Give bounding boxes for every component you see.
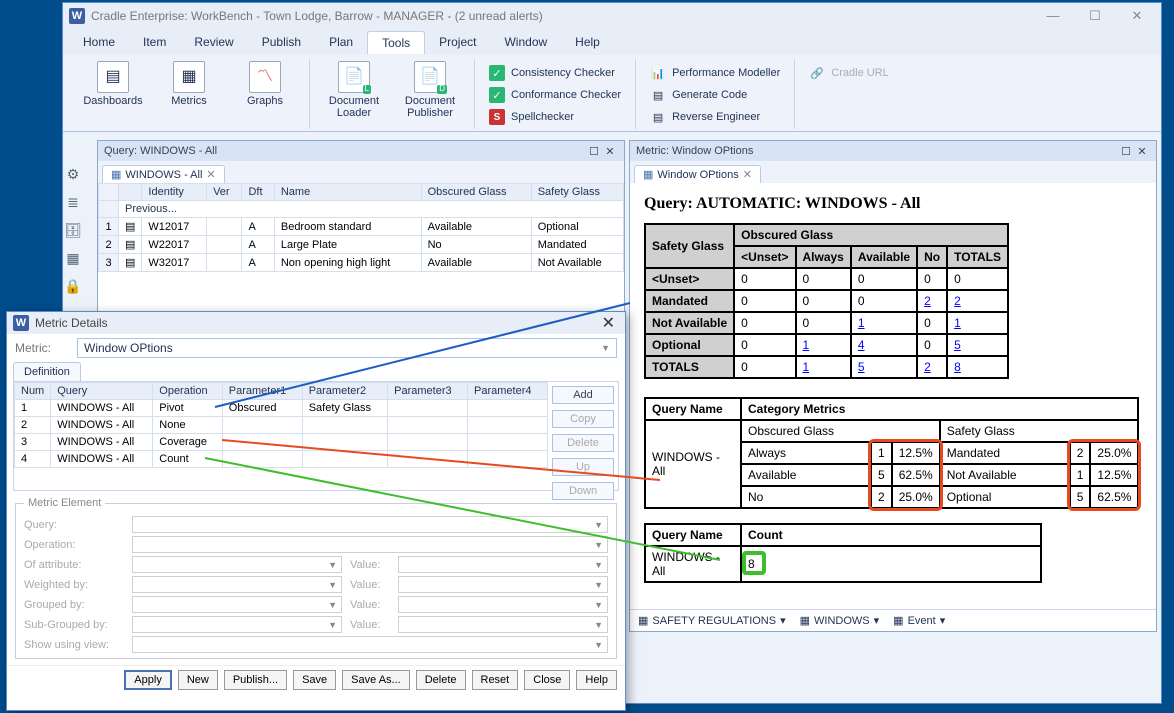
spellchecker[interactable]: SSpellchecker <box>485 107 625 127</box>
menu-tools[interactable]: Tools <box>367 31 425 54</box>
app-logo: W <box>69 8 85 24</box>
count-table: Query NameCount WINDOWS - All8 <box>644 523 1042 583</box>
performance-modeller[interactable]: 📊Performance Modeller <box>646 63 784 83</box>
menu-home[interactable]: Home <box>69 31 129 53</box>
category-table: Query NameCategory Metrics WINDOWS - All… <box>644 397 1139 509</box>
minimize-button[interactable]: — <box>1041 8 1065 24</box>
close-icon[interactable]: ✕ <box>743 168 752 181</box>
definition-tab[interactable]: Definition <box>13 362 81 381</box>
query-panel-title: Query: WINDOWS - All <box>104 145 217 157</box>
titlebar: W Cradle Enterprise: WorkBench - Town Lo… <box>63 3 1161 29</box>
up-button: Up <box>552 458 614 476</box>
metric-label: Metric: <box>15 341 71 355</box>
panel-close-icon[interactable]: ✕ <box>1134 145 1150 158</box>
metric-details-window: W Metric Details ✕ Metric: Window OPtion… <box>6 311 626 711</box>
metric-tab[interactable]: ▦ Window OPtions ✕ <box>634 165 761 183</box>
weighted-input[interactable]: ▼ <box>132 576 342 593</box>
breadcrumb-bar: ▦ SAFETY REGULATIONS ▾ ▦ WINDOWS ▾ ▦ Eve… <box>630 609 1156 631</box>
metric-element-group: Metric Element Query:▼ Operation:▼ Of at… <box>15 497 617 659</box>
close-icon[interactable]: ✕ <box>206 168 215 181</box>
ribbon: ▤Dashboards ▦Metrics 〽Graphs 📄LDocument … <box>63 55 1161 132</box>
panel-close-icon[interactable]: ✕ <box>602 145 618 158</box>
menu-help[interactable]: Help <box>561 31 614 53</box>
lock-icon[interactable]: 🔒 <box>62 275 84 297</box>
pivot-table: Safety Glass Obscured Glass <Unset>Alway… <box>644 223 1009 379</box>
help-button[interactable]: Help <box>576 670 617 690</box>
table-row: 1▤W12017ABedroom standardAvailableOption… <box>99 218 624 236</box>
query-input[interactable]: ▼ <box>132 516 608 533</box>
definition-grid[interactable]: Num Query Operation Parameter1 Parameter… <box>14 382 548 468</box>
menu-project[interactable]: Project <box>425 31 490 53</box>
add-button[interactable]: Add <box>552 386 614 404</box>
metric-panel-title: Metric: Window OPtions <box>636 145 753 157</box>
consistency-checker[interactable]: ✓Consistency Checker <box>485 63 625 83</box>
panel-maximize-icon[interactable]: ☐ <box>1118 145 1134 158</box>
app-logo: W <box>13 315 29 331</box>
table-row: 2▤W22017ALarge PlateNoMandated <box>99 236 624 254</box>
close-button[interactable]: ✕ <box>1125 8 1149 24</box>
value-input[interactable]: ▼ <box>398 596 608 613</box>
report-heading: Query: AUTOMATIC: WINDOWS - All <box>644 195 1142 213</box>
reverse-engineer[interactable]: ▤Reverse Engineer <box>646 107 784 127</box>
query-grid[interactable]: Identity Ver Dft Name Obscured Glass Saf… <box>98 183 624 272</box>
docpub-button[interactable]: 📄DDocument Publisher <box>396 61 464 119</box>
menu-item[interactable]: Item <box>129 31 180 53</box>
save-button[interactable]: Save <box>293 670 336 690</box>
metric-panel: Metric: Window OPtions ☐ ✕ ▦ Window OPti… <box>629 140 1157 632</box>
menu-plan[interactable]: Plan <box>315 31 367 53</box>
new-button[interactable]: New <box>178 670 218 690</box>
publish-button[interactable]: Publish... <box>224 670 287 690</box>
metrics-button[interactable]: ▦Metrics <box>155 61 223 107</box>
delete-button: Delete <box>552 434 614 452</box>
query-panel: Query: WINDOWS - All ☐ ✕ ▦ WINDOWS - All… <box>97 140 625 316</box>
saveas-button[interactable]: Save As... <box>342 670 410 690</box>
menu-window[interactable]: Window <box>490 31 561 53</box>
operation-input[interactable]: ▼ <box>132 536 608 553</box>
menubar: Home Item Review Publish Plan Tools Proj… <box>63 29 1161 55</box>
menu-publish[interactable]: Publish <box>248 31 315 53</box>
showview-input[interactable]: ▼ <box>132 636 608 653</box>
calendar-icon[interactable]: ▦ <box>62 247 84 269</box>
value-input[interactable]: ▼ <box>398 616 608 633</box>
crumb-safety[interactable]: ▦ SAFETY REGULATIONS ▾ <box>638 614 786 627</box>
detail-title: Metric Details <box>35 316 108 330</box>
value-input[interactable]: ▼ <box>398 576 608 593</box>
reset-button[interactable]: Reset <box>472 670 519 690</box>
copy-button: Copy <box>552 410 614 428</box>
panel-maximize-icon[interactable]: ☐ <box>586 145 602 158</box>
maximize-button[interactable]: ☐ <box>1083 8 1107 24</box>
window-title: Cradle Enterprise: WorkBench - Town Lodg… <box>91 9 543 23</box>
grouped-input[interactable]: ▼ <box>132 596 342 613</box>
conformance-checker[interactable]: ✓Conformance Checker <box>485 85 625 105</box>
metric-report: Query: AUTOMATIC: WINDOWS - All Safety G… <box>630 183 1156 609</box>
crumb-event[interactable]: ▦ Event ▾ <box>893 614 945 627</box>
docloader-button[interactable]: 📄LDocument Loader <box>320 61 388 119</box>
list-icon[interactable]: ≣ <box>62 191 84 213</box>
metric-dropdown[interactable]: Window OPtions▼ <box>77 338 617 358</box>
database-icon[interactable]: 🗄 <box>62 219 84 241</box>
graphs-button[interactable]: 〽Graphs <box>231 61 299 107</box>
apply-button[interactable]: Apply <box>124 670 172 690</box>
subgroup-input[interactable]: ▼ <box>132 616 342 633</box>
dashboards-button[interactable]: ▤Dashboards <box>79 61 147 107</box>
cradle-url: 🔗Cradle URL <box>805 63 892 83</box>
query-tab[interactable]: ▦ WINDOWS - All ✕ <box>102 165 225 183</box>
close-button[interactable]: Close <box>524 670 570 690</box>
crumb-windows[interactable]: ▦ WINDOWS ▾ <box>800 614 880 627</box>
value-input[interactable]: ▼ <box>398 556 608 573</box>
generate-code[interactable]: ▤Generate Code <box>646 85 784 105</box>
table-row: 3▤W32017ANon opening high lightAvailable… <box>99 254 624 272</box>
gear-icon[interactable]: ⚙ <box>62 163 84 185</box>
ofattr-input[interactable]: ▼ <box>132 556 342 573</box>
delete-button[interactable]: Delete <box>416 670 466 690</box>
menu-review[interactable]: Review <box>180 31 247 53</box>
close-icon[interactable]: ✕ <box>598 313 619 333</box>
